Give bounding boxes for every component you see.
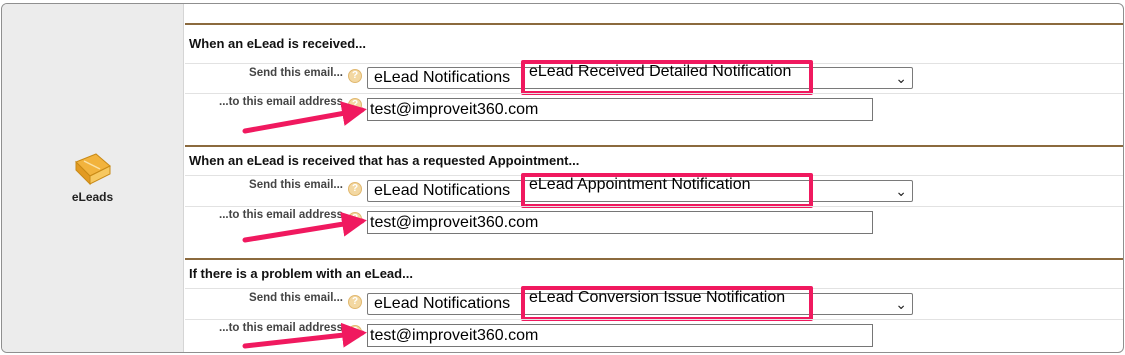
arrow-icon <box>242 211 367 243</box>
arrow-icon <box>242 322 367 349</box>
annotation-arrows <box>242 101 367 349</box>
arrow-icon <box>242 101 367 134</box>
